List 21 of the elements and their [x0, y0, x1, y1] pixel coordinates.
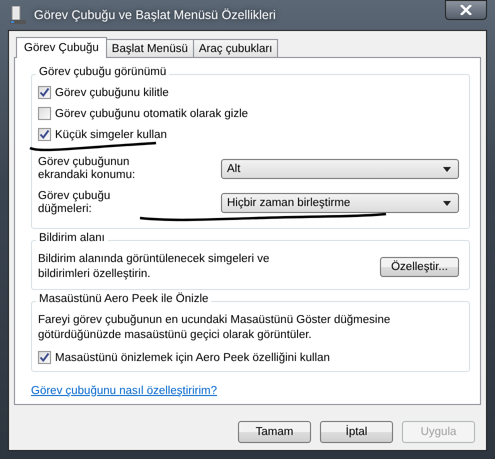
dropdown-label: Görev çubuğunun ekrandaki konumu:: [38, 156, 136, 182]
checkbox-label: Küçük simgeler kullan: [55, 128, 167, 140]
dropdown-label: Görev çubuğu düğmeleri:: [38, 190, 112, 216]
checkbox-label: Görev çubuğunu kilitle: [55, 86, 169, 98]
tab[interactable]: Başlat Menüsü: [106, 39, 194, 57]
dialog-button[interactable]: Tamam: [238, 421, 311, 443]
group-title: Bildirim alanı: [36, 232, 108, 244]
description-text: Fareyi görev çubuğunun en ucundaki Masaüstünü Göster düğmesine götürdüğünüzde masaüstünü geçici olarak görüntüler.: [38, 313, 392, 343]
checkbox-label: Masaüstünü önizlemek için Aero Peek özelliğini kullan: [55, 352, 330, 364]
group-title: Görev çubuğu görünümü: [36, 66, 170, 78]
description-text: Bildirim alanında görüntülenecek simgeleri ve bildirimleri özelleştirin.: [38, 252, 270, 282]
dropdown[interactable]: Hiçbir zaman birleştirme: [221, 193, 459, 213]
tab[interactable]: Görev Çubuğu: [16, 37, 107, 58]
window-title: Görev Çubuğu ve Başlat Menüsü Özellikleri: [34, 8, 277, 22]
group-title: Masaüstünü Aero Peek ile Önizle: [36, 293, 212, 305]
dropdown[interactable]: Alt: [221, 159, 459, 179]
customize-button[interactable]: Özelleştir...: [380, 257, 459, 277]
tab[interactable]: Araç çubukları: [192, 39, 278, 57]
checkbox-label: Görev çubuğunu otomatik olarak gizle: [55, 108, 248, 120]
help-link[interactable]: Görev çubuğunu nasıl özelleştiririm?: [31, 385, 218, 397]
dialog-button[interactable]: İptal: [320, 421, 393, 443]
